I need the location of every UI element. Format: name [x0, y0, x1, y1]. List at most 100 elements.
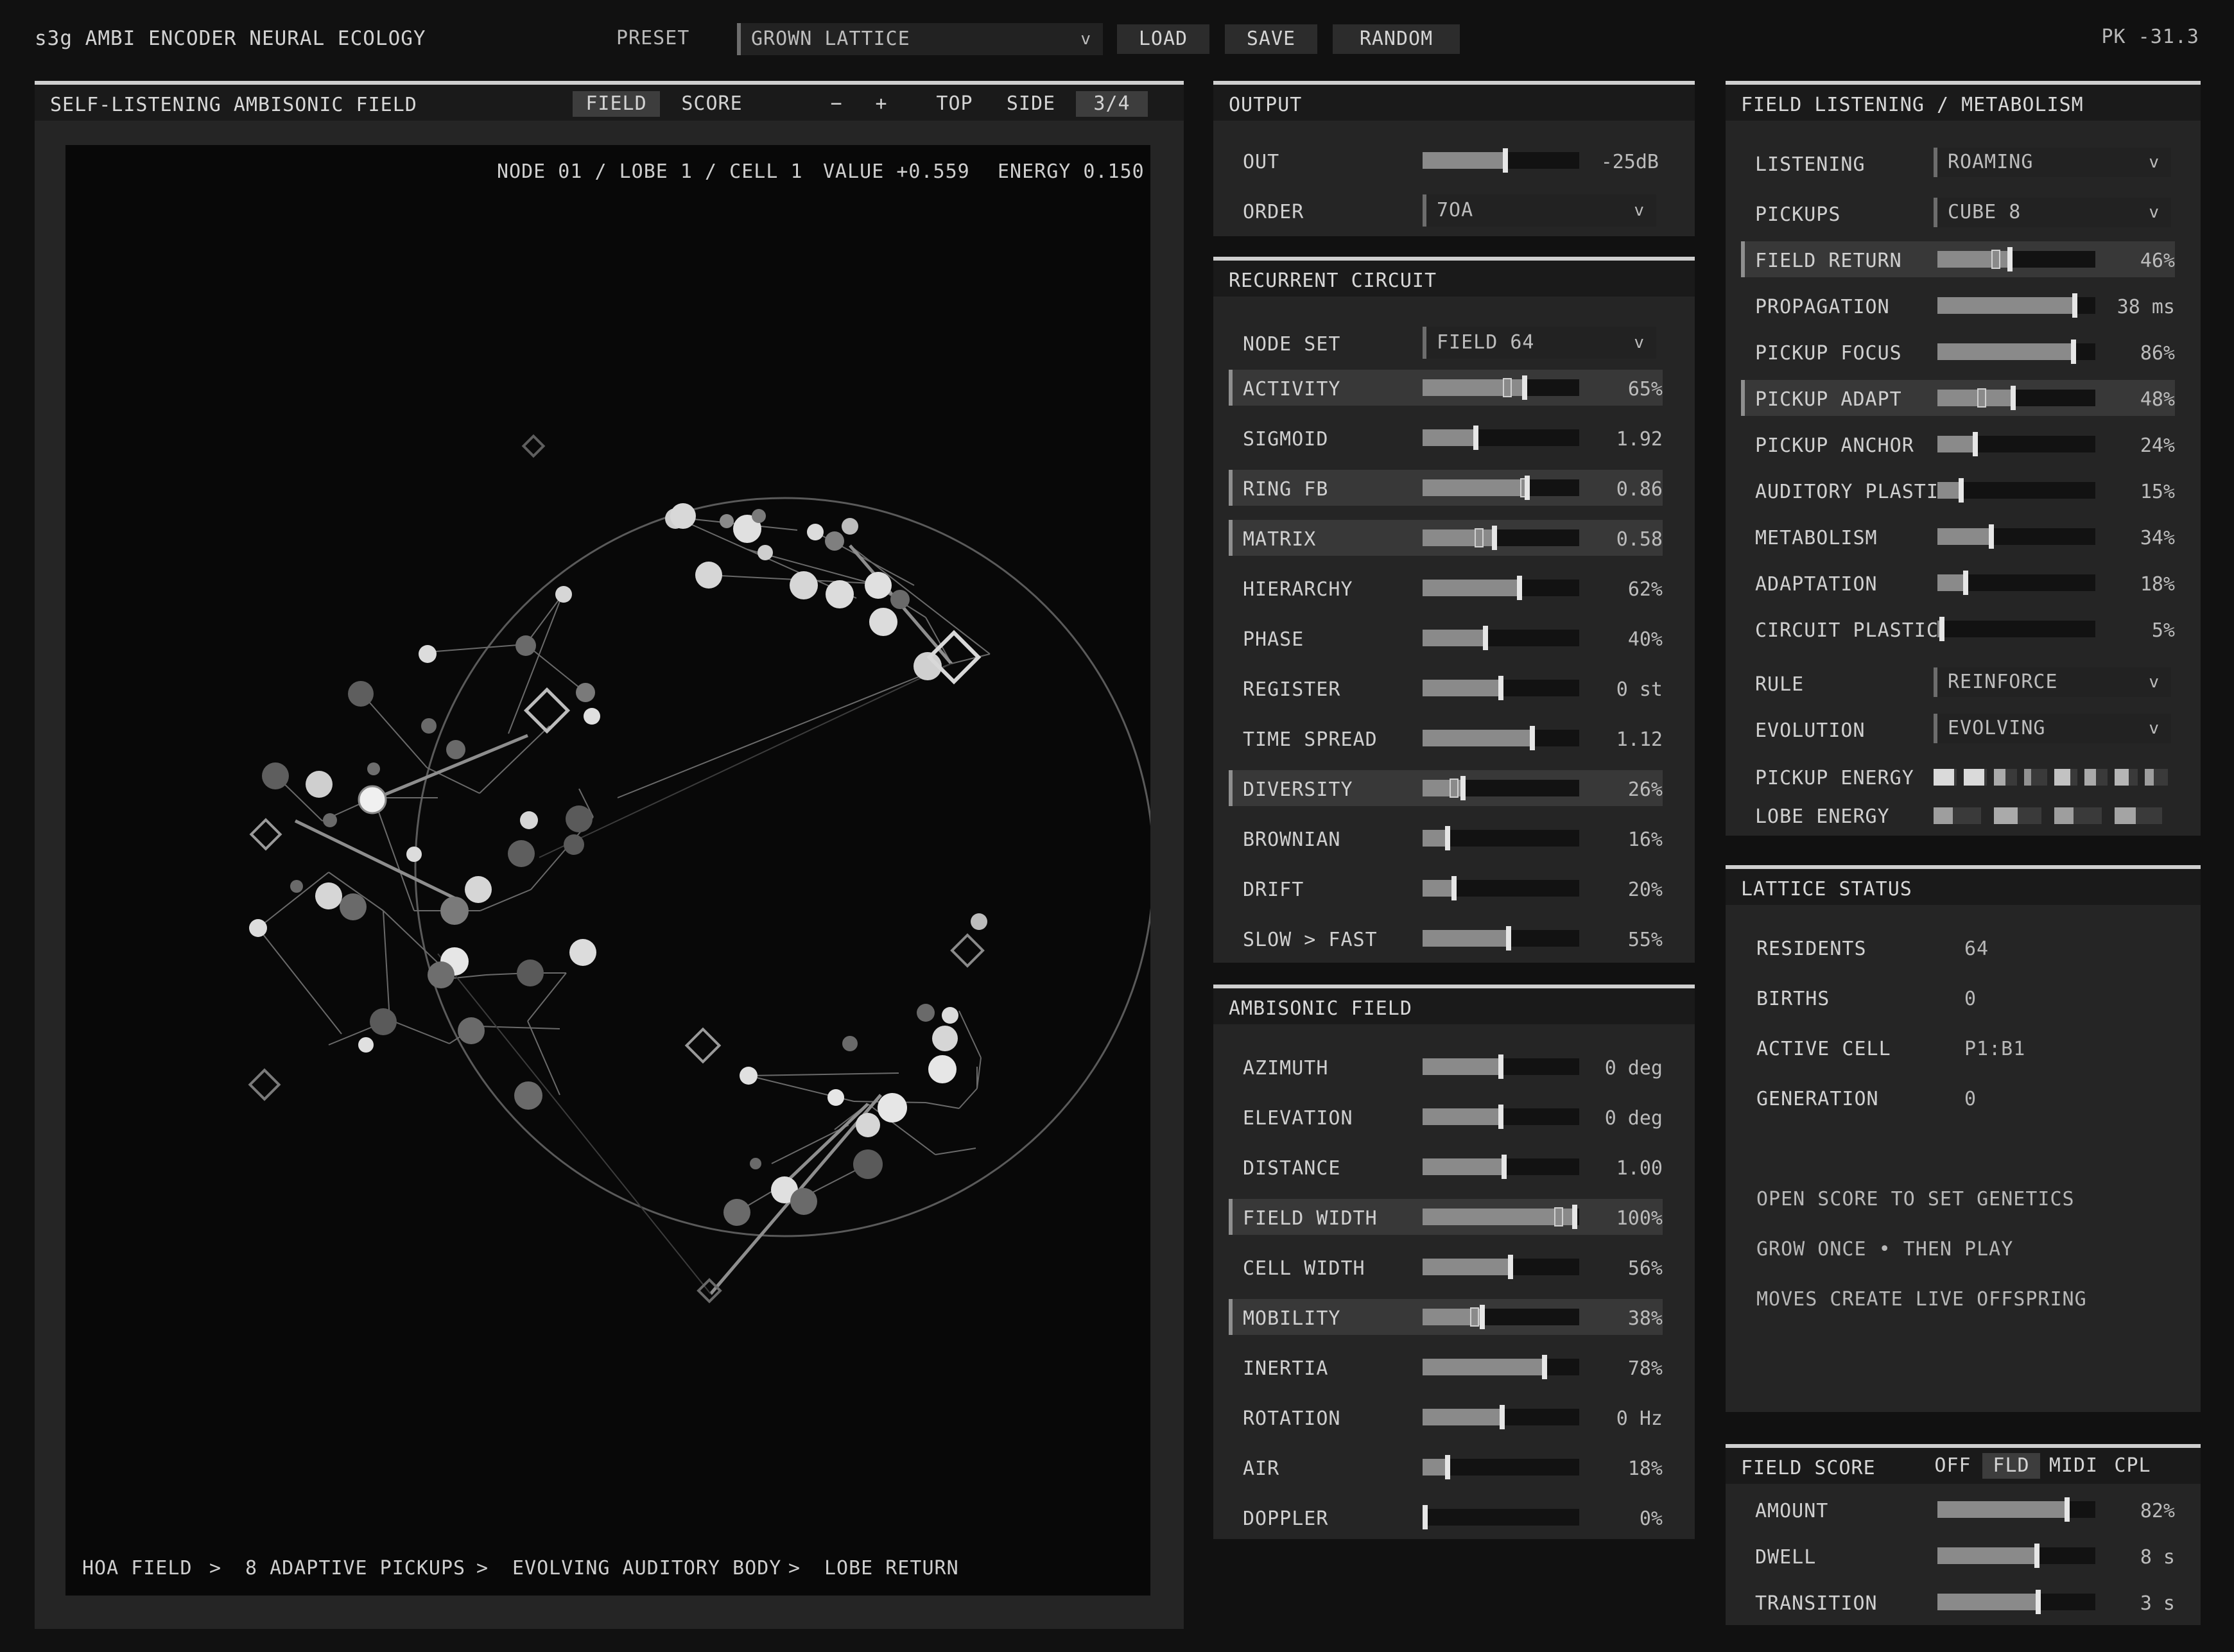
slider-knob[interactable]	[1483, 626, 1488, 650]
param-slider-circuit-plastic[interactable]	[1937, 617, 2095, 641]
param-slider-brownian[interactable]	[1423, 826, 1579, 850]
slider-target-marker[interactable]	[1977, 388, 1986, 408]
slider-knob[interactable]	[1959, 478, 1964, 503]
score-mode-midi[interactable]: MIDI	[2044, 1453, 2103, 1479]
param-slider-phase[interactable]	[1423, 626, 1579, 650]
listening-select[interactable]: ROAMING v	[1934, 148, 2171, 177]
slider-knob[interactable]	[1572, 1205, 1577, 1229]
param-slider-hierarchy[interactable]	[1423, 576, 1579, 600]
slider-knob[interactable]	[1445, 826, 1450, 850]
slider-knob[interactable]	[1973, 432, 1978, 456]
param-slider-diversity[interactable]	[1423, 776, 1579, 800]
param-slider-adaptation[interactable]	[1937, 571, 2095, 595]
tab-score[interactable]: SCORE	[673, 91, 751, 117]
zoom-out-button[interactable]: −	[820, 91, 853, 117]
param-slider-sigmoid[interactable]	[1423, 426, 1579, 450]
slider-target-marker[interactable]	[1475, 528, 1484, 547]
slider-target-marker[interactable]	[1450, 779, 1459, 798]
slider-knob[interactable]	[2065, 1497, 2070, 1522]
param-slider-pickup-anchor[interactable]	[1937, 432, 2095, 456]
param-slider-ring-fb[interactable]	[1423, 476, 1579, 500]
slider-knob[interactable]	[1963, 571, 1968, 595]
slider-knob[interactable]	[1460, 776, 1466, 800]
slider-knob[interactable]	[1522, 375, 1527, 400]
slider-knob[interactable]	[1530, 726, 1535, 750]
param-slider-field-width[interactable]	[1423, 1205, 1579, 1229]
param-slider-register[interactable]	[1423, 676, 1579, 700]
slider-knob[interactable]	[1542, 1355, 1547, 1379]
save-button[interactable]: SAVE	[1225, 24, 1317, 54]
param-slider-slow-fast[interactable]	[1423, 926, 1579, 951]
view-perspective-button[interactable]: 3/4	[1076, 91, 1148, 117]
param-slider-field-return[interactable]	[1937, 247, 2095, 271]
tab-field[interactable]: FIELD	[573, 91, 660, 117]
slider-knob[interactable]	[2007, 247, 2013, 271]
slider-target-marker[interactable]	[1991, 250, 2000, 269]
slider-knob[interactable]	[1508, 1255, 1513, 1279]
score-mode-off[interactable]: OFF	[1930, 1453, 1976, 1479]
rule-select[interactable]: REINFORCE v	[1934, 667, 2171, 697]
param-slider-cell-width[interactable]	[1423, 1255, 1579, 1279]
neural-field-graph[interactable]	[65, 145, 1150, 1596]
param-slider-dwell[interactable]	[1937, 1544, 2095, 1568]
slider-knob[interactable]	[1473, 426, 1478, 450]
slider-knob[interactable]	[2072, 293, 2077, 318]
param-slider-distance[interactable]	[1423, 1155, 1579, 1179]
slider-target-marker[interactable]	[1554, 1207, 1563, 1226]
slider-knob[interactable]	[1939, 617, 1944, 641]
node-set-select[interactable]: FIELD 64 v	[1423, 327, 1656, 359]
slider-knob[interactable]	[2034, 1544, 2039, 1568]
slider-knob[interactable]	[1498, 1054, 1503, 1079]
param-slider-amount[interactable]	[1937, 1497, 2095, 1522]
slider-knob[interactable]	[1451, 876, 1457, 900]
score-mode-cpl[interactable]: CPL	[2108, 1453, 2157, 1479]
view-side-button[interactable]: SIDE	[998, 91, 1064, 117]
param-slider-pickup-adapt[interactable]	[1937, 386, 2095, 410]
random-button[interactable]: RANDOM	[1333, 24, 1460, 54]
load-button[interactable]: LOAD	[1117, 24, 1209, 54]
param-slider-doppler[interactable]	[1423, 1505, 1579, 1529]
param-slider-activity[interactable]	[1423, 375, 1579, 400]
param-slider-mobility[interactable]	[1423, 1305, 1579, 1329]
param-slider-time-spread[interactable]	[1423, 726, 1579, 750]
param-slider-air[interactable]	[1423, 1455, 1579, 1479]
param-slider-rotation[interactable]	[1423, 1405, 1579, 1429]
preset-select[interactable]: GROWN LATTICE v	[737, 23, 1103, 55]
field-canvas[interactable]: NODE 01 / LOBE 1 / CELL 1 VALUE +0.559 E…	[65, 145, 1150, 1596]
slider-knob[interactable]	[1989, 524, 1994, 549]
slider-knob[interactable]	[1525, 476, 1530, 500]
evolution-select[interactable]: EVOLVING v	[1934, 714, 2171, 743]
neurons[interactable]	[249, 503, 987, 1226]
slider-target-marker[interactable]	[1470, 1307, 1479, 1327]
param-slider-pickup-focus[interactable]	[1937, 340, 2095, 364]
param-slider-azimuth[interactable]	[1423, 1054, 1579, 1079]
slider-knob[interactable]	[1423, 1505, 1428, 1529]
param-slider-propagation[interactable]	[1937, 293, 2095, 318]
param-slider-transition[interactable]	[1937, 1590, 2095, 1614]
slider-target-marker[interactable]	[1503, 378, 1512, 397]
param-slider-inertia[interactable]	[1423, 1355, 1579, 1379]
order-select[interactable]: 7OA v	[1423, 194, 1656, 227]
param-slider-drift[interactable]	[1423, 876, 1579, 900]
param-slider-matrix[interactable]	[1423, 526, 1579, 550]
slider-knob[interactable]	[1445, 1455, 1450, 1479]
view-top-button[interactable]: TOP	[926, 91, 983, 117]
slider-knob[interactable]	[1480, 1305, 1485, 1329]
param-slider-auditory-plastic[interactable]	[1937, 478, 2095, 503]
slider-knob[interactable]	[1502, 1155, 1507, 1179]
param-slider-elevation[interactable]	[1423, 1105, 1579, 1129]
slider-knob[interactable]	[1517, 576, 1522, 600]
score-mode-fld[interactable]: FLD	[1982, 1453, 2040, 1479]
slider-knob[interactable]	[2036, 1590, 2041, 1614]
pickups-select[interactable]: CUBE 8 v	[1934, 198, 2171, 227]
slider-knob[interactable]	[1498, 676, 1503, 700]
slider-knob[interactable]	[1506, 926, 1511, 951]
slider-knob[interactable]	[1492, 526, 1497, 550]
slider-knob[interactable]	[2011, 386, 2016, 410]
zoom-in-button[interactable]: +	[865, 91, 897, 117]
slider-knob[interactable]	[1498, 1105, 1503, 1129]
param-label: ACTIVITY	[1243, 378, 1341, 400]
param-slider-metabolism[interactable]	[1937, 524, 2095, 549]
slider-knob[interactable]	[2071, 340, 2076, 364]
slider-knob[interactable]	[1500, 1405, 1505, 1429]
